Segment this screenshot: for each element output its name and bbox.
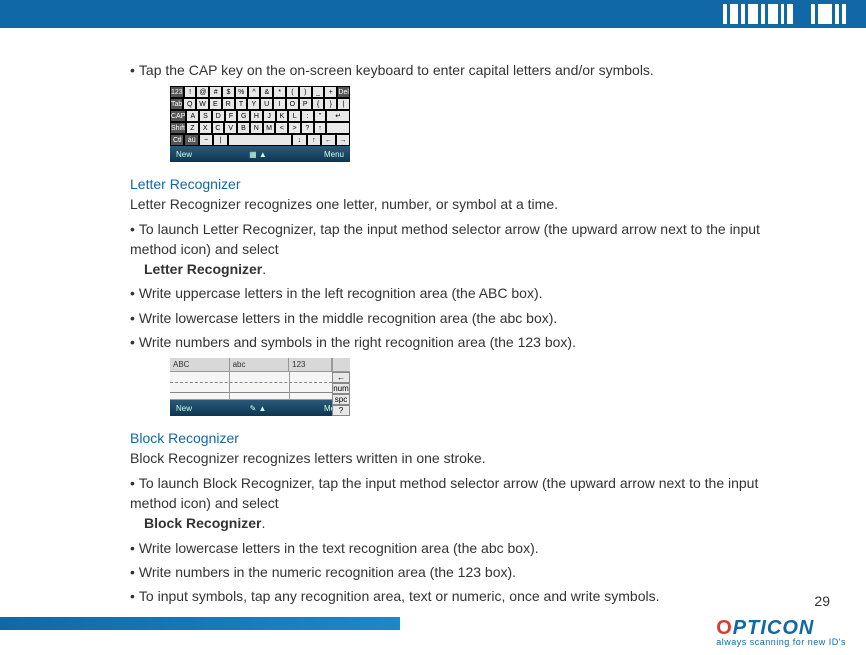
lr-b2-text: Write uppercase letters in the left reco… bbox=[139, 285, 543, 301]
br-b4-text: To input symbols, tap any recognition ar… bbox=[139, 588, 660, 604]
letter-recognizer-figure: ABC abc 123 ← num spc ? bbox=[170, 358, 350, 416]
br-bullet-4: •To input symbols, tap any recognition a… bbox=[130, 586, 796, 606]
brand-tagline: always scanning for new ID's bbox=[716, 637, 846, 647]
top-bar bbox=[0, 0, 866, 28]
letter-recognizer-intro: Letter Recognizer recognizes one letter,… bbox=[130, 194, 796, 214]
lr-bullet-4: •Write numbers and symbols in the right … bbox=[130, 332, 796, 352]
zone-abc-lower: abc bbox=[230, 358, 290, 371]
lr-bullet-2: •Write uppercase letters in the left rec… bbox=[130, 283, 796, 303]
lr-b4-text: Write numbers and symbols in the right r… bbox=[139, 334, 576, 350]
side-num: num bbox=[332, 383, 350, 394]
br-b1-bold: Block Recognizer bbox=[144, 515, 261, 531]
bottom-stripe bbox=[0, 617, 400, 630]
lr-bullet-3: •Write lowercase letters in the middle r… bbox=[130, 308, 796, 328]
content-area: •Tap the CAP key on the on-screen keyboa… bbox=[0, 28, 866, 606]
lr-b1-bold: Letter Recognizer bbox=[144, 261, 262, 277]
fig2-new-label: New bbox=[176, 404, 192, 413]
keyboard-figure: 123!@#$%^&*()_+Del TabQWERTYUIOP{}| CAPA… bbox=[170, 86, 350, 162]
block-recognizer-intro: Block Recognizer recognizes letters writ… bbox=[130, 448, 796, 468]
brand-logo: OPTICON always scanning for new ID's bbox=[716, 619, 846, 647]
page-number: 29 bbox=[814, 593, 830, 609]
cap-bullet-text: Tap the CAP key on the on-screen keyboar… bbox=[139, 62, 654, 78]
side-help: ? bbox=[332, 405, 350, 416]
br-b3-text: Write numbers in the numeric recognition… bbox=[139, 564, 516, 580]
lr-b1-text: To launch Letter Recognizer, tap the inp… bbox=[130, 221, 760, 257]
br-b1-text: To launch Block Recognizer, tap the inpu… bbox=[130, 475, 758, 511]
side-back-icon: ← bbox=[332, 372, 350, 383]
cap-bullet: •Tap the CAP key on the on-screen keyboa… bbox=[130, 60, 796, 80]
barcode-decoration bbox=[723, 4, 846, 24]
br-b1-tail: . bbox=[261, 515, 265, 531]
fig1-new-label: New bbox=[176, 150, 192, 159]
br-bullet-3: •Write numbers in the numeric recognitio… bbox=[130, 562, 796, 582]
br-bullet-2: •Write lowercase letters in the text rec… bbox=[130, 538, 796, 558]
fig1-menu-label: Menu bbox=[324, 150, 344, 159]
fig2-toggle-icon: ✎ ▲ bbox=[250, 404, 267, 413]
br-b2-text: Write lowercase letters in the text reco… bbox=[139, 540, 539, 556]
letter-recognizer-title: Letter Recognizer bbox=[130, 176, 796, 192]
side-spc: spc bbox=[332, 394, 350, 405]
lr-bullet-1: •To launch Letter Recognizer, tap the in… bbox=[130, 219, 796, 280]
block-recognizer-title: Block Recognizer bbox=[130, 430, 796, 446]
zone-abc-upper: ABC bbox=[170, 358, 230, 371]
br-bullet-1: •To launch Block Recognizer, tap the inp… bbox=[130, 473, 796, 534]
keyboard-toggle-icon: ▦ ▲ bbox=[249, 150, 267, 159]
lr-b3-text: Write lowercase letters in the middle re… bbox=[139, 310, 557, 326]
zone-123: 123 bbox=[289, 358, 332, 371]
lr-b1-tail: . bbox=[262, 261, 266, 277]
